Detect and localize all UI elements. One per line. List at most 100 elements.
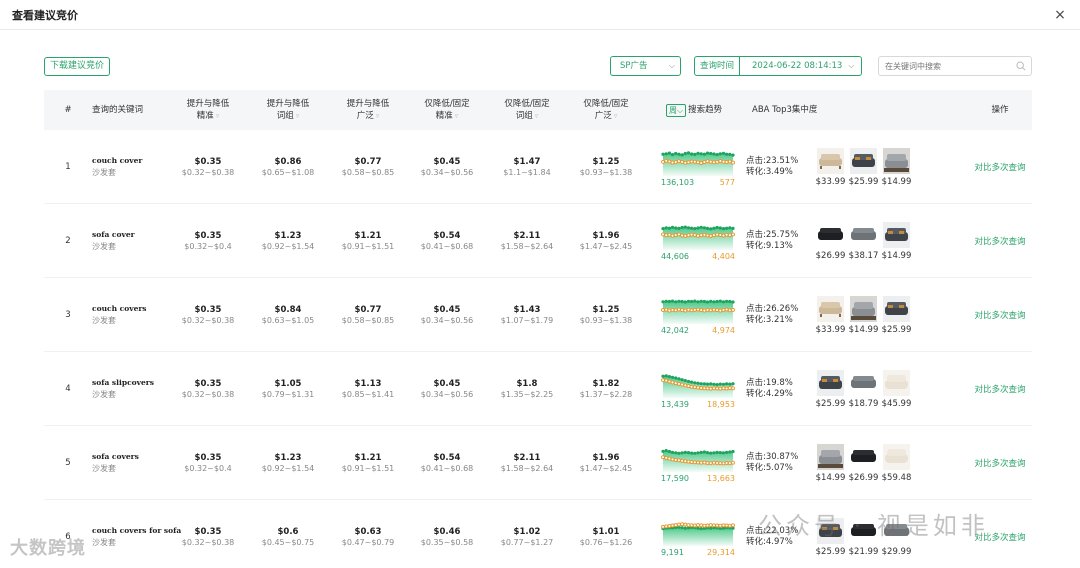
dark-sofa-icon[interactable]: [850, 147, 877, 174]
cream-sofa-icon[interactable]: [883, 369, 910, 396]
keyword-search-box[interactable]: [878, 56, 1032, 76]
bid-range: $0.92~$1.54: [261, 242, 315, 251]
bid-range: $1.07~$1.79: [500, 316, 554, 325]
product-item[interactable]: $14.99: [847, 295, 880, 335]
product-item[interactable]: $26.99: [847, 443, 880, 483]
grey-sofa-icon[interactable]: [850, 295, 877, 322]
bid-cell: $0.46 $0.35~$0.58: [407, 500, 487, 568]
col-lower-fixed-exact[interactable]: 仅降低/固定 精准 ▿: [407, 90, 487, 130]
dark-sofa-icon[interactable]: [883, 221, 910, 248]
bid-range: $1.58~$2.64: [500, 464, 554, 473]
close-icon[interactable]: ×: [1052, 7, 1068, 23]
compare-queries-link[interactable]: 对比多次查询: [974, 161, 1025, 173]
grey-cover-icon[interactable]: [850, 369, 877, 396]
sort-icon[interactable]: ▿: [296, 112, 300, 120]
bid-value: $1.02: [513, 527, 541, 537]
product-item[interactable]: $59.48: [880, 443, 913, 483]
bid-cell: $1.21 $0.91~$1.51: [328, 204, 408, 278]
dark-sofa-icon[interactable]: [883, 295, 910, 322]
row-index: 3: [65, 310, 71, 320]
search-icon[interactable]: [1016, 61, 1026, 71]
black-cover-icon[interactable]: [817, 221, 844, 248]
bid-value: $2.11: [513, 453, 541, 463]
keyword-search-input[interactable]: [879, 57, 1009, 75]
product-item[interactable]: $14.99: [814, 443, 847, 483]
period-select[interactable]: 周⌵: [666, 103, 687, 117]
bid-cell: $1.02 $0.77~$1.27: [487, 500, 567, 568]
suggested-bid-table: # 查询的关键词 提升与降低 精准 ▿ 提升与降低 词组 ▿ 提升与降低 广泛 ▿ 仅…: [44, 90, 1032, 568]
bid-range: $0.32~$0.4: [184, 464, 232, 473]
dark-sofa-icon[interactable]: [817, 369, 844, 396]
product-item[interactable]: $14.99: [880, 221, 913, 261]
query-time-picker[interactable]: 查询时间 2024-06-22 08:14:13 ⌵: [694, 56, 863, 76]
sort-icon[interactable]: ▿: [376, 112, 380, 120]
table-row: 5 sofa covers 沙发套 $0.35 $0.32~$0.4 $1.23 $0.92…: [44, 426, 1032, 500]
conversion-share: 转化:5.07%: [746, 463, 793, 473]
product-item[interactable]: $26.99: [814, 221, 847, 261]
bid-value: $0.35: [194, 305, 222, 315]
compare-queries-link[interactable]: 对比多次查询: [974, 235, 1025, 247]
row-index: 4: [65, 384, 71, 394]
sort-icon[interactable]: ▿: [455, 112, 459, 120]
beige-sofa-icon[interactable]: [817, 147, 844, 174]
bid-cell: $0.35 $0.32~$0.38: [168, 352, 248, 426]
col-raise-lower-broad[interactable]: 提升与降低 广泛 ▿: [328, 90, 408, 130]
aba-cell: 点击:25.75% 转化:9.13%: [746, 204, 810, 278]
bid-cell: $0.35 $0.32~$0.4: [168, 426, 248, 500]
click-share: 点击:30.87%: [746, 452, 799, 462]
action-cell: 对比多次查询: [969, 352, 1031, 426]
bid-range: $0.32~$0.4: [184, 242, 232, 251]
bid-value: $1.47: [513, 157, 541, 167]
bid-value: $1.43: [513, 305, 541, 315]
bid-range: $0.41~$0.68: [420, 242, 474, 251]
bid-value: $1.21: [354, 231, 382, 241]
col-lower-fixed-broad[interactable]: 仅降低/固定 广泛 ▿: [566, 90, 646, 130]
cream-sofa-icon[interactable]: [883, 443, 910, 470]
bid-cell: $1.23 $0.92~$1.54: [248, 426, 328, 500]
product-item[interactable]: $25.99: [814, 369, 847, 409]
ad-type-select[interactable]: SP广告 ⌵: [610, 56, 681, 76]
bid-cell: $1.25 $0.93~$1.38: [566, 278, 646, 352]
query-time-text: 2024-06-22 08:14:13: [752, 61, 843, 71]
sort-icon[interactable]: ▿: [216, 112, 220, 120]
col-raise-lower-phrase[interactable]: 提升与降低 词组 ▿: [248, 90, 328, 130]
product-item[interactable]: $33.99: [814, 295, 847, 335]
product-item[interactable]: $14.99: [880, 147, 913, 187]
product-item[interactable]: $25.99: [847, 147, 880, 187]
col-aba-top3: ABA Top3集中度: [752, 90, 862, 130]
black-cover-icon[interactable]: [850, 443, 877, 470]
download-bids-button[interactable]: 下载建议竞价: [44, 57, 111, 76]
bid-value: $1.13: [354, 379, 382, 389]
query-time-value[interactable]: 2024-06-22 08:14:13 ⌵: [740, 57, 861, 75]
col-index: #: [60, 90, 76, 130]
bid-cell: $1.96 $1.47~$2.45: [566, 426, 646, 500]
product-item[interactable]: $18.79: [847, 369, 880, 409]
product-price: $29.99: [881, 546, 912, 557]
grey-cover-icon[interactable]: [850, 221, 877, 248]
compare-queries-link[interactable]: 对比多次查询: [974, 309, 1025, 321]
grey-sofa-icon[interactable]: [883, 147, 910, 174]
bid-cell: $1.96 $1.47~$2.45: [566, 204, 646, 278]
row-index: 2: [65, 236, 71, 246]
product-item[interactable]: $38.17: [847, 221, 880, 261]
product-price: $14.99: [815, 472, 846, 483]
bid-value: $1.01: [592, 527, 620, 537]
sort-icon[interactable]: ▿: [535, 112, 539, 120]
product-item[interactable]: $45.99: [880, 369, 913, 409]
product-item[interactable]: $25.99: [880, 295, 913, 335]
col-raise-lower-exact[interactable]: 提升与降低 精准 ▿: [168, 90, 248, 130]
grey-sofa-icon[interactable]: [817, 443, 844, 470]
compare-queries-link[interactable]: 对比多次查询: [974, 383, 1025, 395]
bid-range: $1.37~$2.28: [579, 390, 633, 399]
bid-value: $0.77: [354, 157, 382, 167]
sort-icon[interactable]: ▿: [614, 112, 618, 120]
bid-value: $1.82: [592, 379, 620, 389]
trend-cell: 42,042 4,974: [661, 278, 737, 352]
bid-cell: $0.35 $0.32~$0.38: [168, 500, 248, 568]
beige-sofa-icon[interactable]: [817, 295, 844, 322]
col-lower-fixed-phrase[interactable]: 仅降低/固定 词组 ▿: [487, 90, 567, 130]
trend-right-value: 29,314: [707, 547, 735, 557]
col-label-line1: 提升与降低: [346, 99, 390, 109]
product-item[interactable]: $33.99: [814, 147, 847, 187]
compare-queries-link[interactable]: 对比多次查询: [974, 457, 1025, 469]
